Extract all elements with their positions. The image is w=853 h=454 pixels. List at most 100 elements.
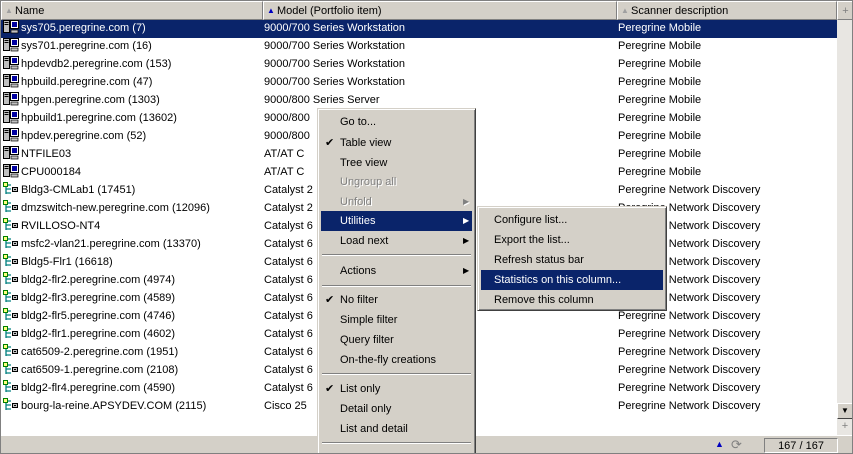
cell-scanner: Peregrine Mobile: [618, 130, 702, 142]
submenu-item-configure-list[interactable]: Configure list...: [481, 210, 663, 230]
checkmark-icon: ✔: [325, 137, 335, 149]
computer-icon: [3, 92, 19, 106]
computer-icon: [3, 110, 19, 124]
submenu-item-refresh-status-bar[interactable]: Refresh status bar: [481, 250, 663, 270]
record-count: 167 / 167: [764, 438, 838, 453]
cell-name: hpdevdb2.peregrine.com (153): [3, 56, 259, 74]
cell-name: bldg2-flr4.peregrine.com (4590): [3, 380, 259, 398]
cell-scanner: Peregrine Network Discovery: [618, 184, 761, 196]
sort-indicator-icon: ▲: [621, 6, 629, 15]
menu-item-utilities[interactable]: Utilities ▶: [321, 211, 472, 231]
menu-item-no-filter[interactable]: ✔ No filter: [321, 290, 472, 310]
menu-item-tree-view[interactable]: Tree view: [321, 153, 472, 173]
cell-scanner: Peregrine Network Discovery: [618, 382, 761, 394]
cell-name: Bldg5-Flr1 (16618): [3, 254, 259, 272]
cell-model: 9000/700 Series Workstation: [264, 40, 406, 52]
computer-icon: [3, 74, 19, 88]
cell-scanner: Peregrine Network Discovery: [618, 400, 761, 412]
plus-icon[interactable]: +: [837, 419, 852, 435]
menu-item-table-view[interactable]: ✔ Table view: [321, 133, 472, 153]
list-window: ▲ Name ▲ Model (Portfolio item) ▲ Scanner d…: [0, 0, 853, 454]
network-device-icon: [3, 308, 19, 322]
table-row[interactable]: hpdevdb2.peregrine.com (153) 9000/700 Ser…: [1, 56, 837, 74]
network-device-icon: [3, 380, 19, 394]
cell-name: cat6509-1.peregrine.com (2108): [3, 362, 259, 380]
arrow-up-icon[interactable]: ▲: [715, 439, 724, 449]
cell-scanner: Peregrine Network Discovery: [618, 328, 761, 340]
menu-item-query-filter[interactable]: Query filter: [321, 330, 472, 350]
cell-name: sys705.peregrine.com (7): [3, 20, 259, 38]
column-header-scanner[interactable]: ▲ Scanner description: [617, 1, 837, 20]
menu-item-simple-filter[interactable]: Simple filter: [321, 310, 472, 330]
column-header-model[interactable]: ▲ Model (Portfolio item): [263, 1, 617, 20]
network-device-icon: [3, 326, 19, 340]
cell-scanner: Peregrine Network Discovery: [618, 364, 761, 376]
computer-icon: [3, 20, 19, 34]
network-device-icon: [3, 362, 19, 376]
utilities-submenu: Configure list... Export the list... Refre…: [477, 206, 667, 311]
add-column-button[interactable]: +: [837, 1, 852, 20]
column-header-name[interactable]: ▲ Name: [1, 1, 263, 20]
menu-separator: [322, 285, 471, 287]
cell-scanner: Peregrine Mobile: [618, 76, 702, 88]
cell-name: NTFILE03: [3, 146, 259, 164]
cell-name: bldg2-flr1.peregrine.com (4602): [3, 326, 259, 344]
cell-name: bldg2-flr3.peregrine.com (4589): [3, 290, 259, 308]
menu-item-on-the-fly-creations[interactable]: On-the-fly creations: [321, 350, 472, 370]
submenu-arrow-icon: ▶: [463, 216, 470, 225]
cell-name: hpdev.peregrine.com (52): [3, 128, 259, 146]
menu-separator: [322, 442, 471, 444]
scroll-down-button[interactable]: ▼: [837, 403, 852, 419]
cell-scanner: Peregrine Mobile: [618, 112, 702, 124]
menu-item-ungroup-all: Ungroup all: [340, 176, 397, 188]
list-header: ▲ Name ▲ Model (Portfolio item) ▲ Scanner d…: [1, 1, 852, 20]
cell-model: 9000/700 Series Workstation: [264, 76, 406, 88]
cell-name: CPU000184: [3, 164, 259, 182]
vertical-scrollbar[interactable]: ▼ +: [837, 20, 852, 435]
cell-scanner: Peregrine Mobile: [618, 148, 702, 160]
menu-item-load-next[interactable]: Load next ▶: [321, 231, 472, 251]
network-device-icon: [3, 200, 19, 214]
sort-indicator-icon: ▲: [5, 6, 13, 15]
cell-name: msfc2-vlan21.peregrine.com (13370): [3, 236, 259, 254]
cell-model: 9000/700 Series Workstation: [264, 58, 406, 70]
cell-scanner: Peregrine Mobile: [618, 58, 702, 70]
table-row[interactable]: sys701.peregrine.com (16) 9000/700 Series…: [1, 38, 837, 56]
table-row[interactable]: sys705.peregrine.com (7) 9000/700 Series …: [1, 20, 837, 38]
checkmark-icon: ✔: [325, 294, 335, 306]
network-device-icon: [3, 254, 19, 268]
network-device-icon: [3, 398, 19, 412]
submenu-item-export-the-list[interactable]: Export the list...: [481, 230, 663, 250]
cell-name: bldg2-flr5.peregrine.com (4746): [3, 308, 259, 326]
network-device-icon: [3, 218, 19, 232]
network-device-icon: [3, 272, 19, 286]
cell-model: 9000/700 Series Workstation: [264, 22, 406, 34]
checkmark-icon: ✔: [325, 383, 335, 395]
computer-icon: [3, 56, 19, 70]
cell-scanner: Peregrine Mobile: [618, 40, 702, 52]
menu-item-detail-only[interactable]: Detail only: [321, 399, 472, 419]
menu-item-go-to[interactable]: Go to...: [321, 112, 472, 132]
context-menu: Go to... ✔ Table view Tree view Ungroup all U…: [317, 108, 476, 453]
cell-scanner: Peregrine Mobile: [618, 166, 702, 178]
cell-name: hpbuild1.peregrine.com (13602): [3, 110, 259, 128]
table-row[interactable]: hpbuild.peregrine.com (47) 9000/700 Serie…: [1, 74, 837, 92]
network-device-icon: [3, 344, 19, 358]
cell-name: hpgen.peregrine.com (1303): [3, 92, 259, 110]
menu-item-list-and-detail[interactable]: List and detail: [321, 419, 472, 439]
computer-icon: [3, 164, 19, 178]
menu-item-unfold: Unfold ▶: [321, 192, 472, 212]
menu-item-actions[interactable]: Actions ▶: [321, 261, 472, 281]
computer-icon: [3, 128, 19, 142]
cell-name: RVILLOSO-NT4: [3, 218, 259, 236]
sort-ascending-icon: ▲: [267, 6, 275, 15]
network-device-icon: [3, 236, 19, 250]
cell-name: hpbuild.peregrine.com (47): [3, 74, 259, 92]
network-device-icon: [3, 182, 19, 196]
refresh-icon[interactable]: ⟳: [731, 437, 742, 453]
submenu-item-statistics-on-this-column[interactable]: Statistics on this column...: [481, 270, 663, 290]
menu-item-list-only[interactable]: ✔ List only: [321, 379, 472, 399]
submenu-item-remove-this-column[interactable]: Remove this column: [481, 290, 663, 310]
cell-scanner: Peregrine Mobile: [618, 22, 702, 34]
submenu-arrow-icon: ▶: [463, 266, 470, 275]
